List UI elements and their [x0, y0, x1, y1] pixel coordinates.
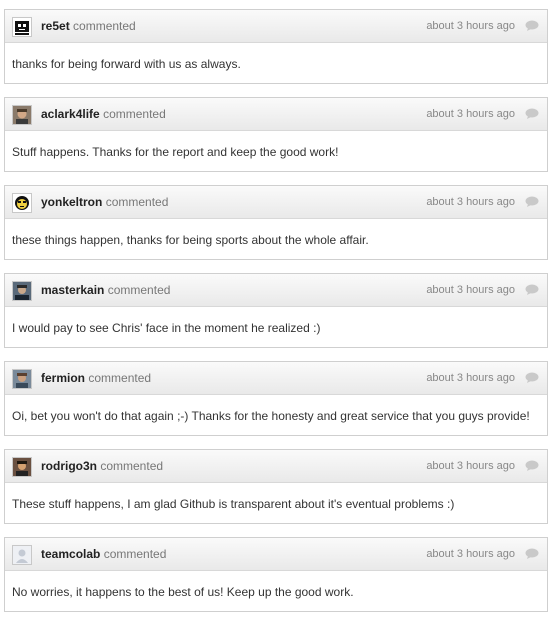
comment-item: rodrigo3n commented about 3 hours ago Th…	[4, 449, 548, 524]
action-text: commented	[100, 459, 164, 473]
comment-header: masterkain commented about 3 hours ago	[5, 274, 547, 307]
default-avatar-icon[interactable]	[12, 545, 32, 565]
comment-header: rodrigo3n commented about 3 hours ago	[5, 450, 547, 483]
comment-bubble-icon	[525, 284, 539, 295]
timestamp-link[interactable]: about 3 hours ago	[426, 283, 515, 297]
comment-bubble-icon	[525, 20, 539, 31]
comment-item: yonkeltron commented about 3 hours ago t…	[4, 185, 548, 260]
comment-body: I would pay to see Chris' face in the mo…	[12, 321, 321, 335]
user-photo-avatar-icon[interactable]	[12, 457, 32, 477]
timestamp-link[interactable]: about 3 hours ago	[426, 459, 515, 473]
comment-body: Oi, bet you won't do that again ;-) Than…	[12, 409, 530, 423]
comment-bubble-icon	[525, 548, 539, 559]
author-line: yonkeltron commented	[41, 195, 168, 209]
comment-body: Stuff happens. Thanks for the report and…	[12, 145, 339, 159]
author-link[interactable]: fermion	[41, 371, 85, 385]
author-link[interactable]: rodrigo3n	[41, 459, 97, 473]
comment-body: No worries, it happens to the best of us…	[12, 585, 354, 599]
author-link[interactable]: re5et	[41, 19, 70, 33]
author-link[interactable]: aclark4life	[41, 107, 100, 121]
action-text: commented	[103, 547, 167, 561]
comment-body: these things happen, thanks for being sp…	[12, 233, 369, 247]
comment-body: thanks for being forward with us as alwa…	[12, 57, 241, 71]
author-link[interactable]: teamcolab	[41, 547, 100, 561]
author-line: teamcolab commented	[41, 547, 166, 561]
comment-header: fermion commented about 3 hours ago	[5, 362, 547, 395]
face-avatar-icon[interactable]	[12, 193, 32, 213]
comment-body: These stuff happens, I am glad Github is…	[12, 497, 455, 511]
comment-item: fermion commented about 3 hours ago Oi, …	[4, 361, 548, 436]
author-line: rodrigo3n commented	[41, 459, 163, 473]
action-text: commented	[88, 371, 152, 385]
comment-bubble-icon	[525, 108, 539, 119]
action-text: commented	[105, 195, 169, 209]
comment-bubble-icon	[525, 196, 539, 207]
author-line: aclark4life commented	[41, 107, 166, 121]
comment-header: teamcolab commented about 3 hours ago	[5, 538, 547, 571]
author-link[interactable]: masterkain	[41, 283, 104, 297]
author-line: re5et commented	[41, 19, 136, 33]
robot-avatar-icon[interactable]	[12, 17, 32, 37]
comment-header: aclark4life commented about 3 hours ago	[5, 98, 547, 131]
action-text: commented	[103, 107, 166, 121]
timestamp-link[interactable]: about 3 hours ago	[426, 107, 515, 121]
user-photo-avatar-icon[interactable]	[12, 105, 32, 125]
author-line: masterkain commented	[41, 283, 170, 297]
author-line: fermion commented	[41, 371, 151, 385]
comment-item: re5et commented about 3 hours ago thanks…	[4, 9, 548, 84]
timestamp-link[interactable]: about 3 hours ago	[426, 371, 515, 385]
comment-item: masterkain commented about 3 hours ago I…	[4, 273, 548, 348]
comment-bubble-icon	[525, 372, 539, 383]
comment-header: yonkeltron commented about 3 hours ago	[5, 186, 547, 219]
comment-item: aclark4life commented about 3 hours ago …	[4, 97, 548, 172]
comment-bubble-icon	[525, 460, 539, 471]
user-photo-avatar-icon[interactable]	[12, 281, 32, 301]
user-photo-avatar-icon[interactable]	[12, 369, 32, 389]
author-link[interactable]: yonkeltron	[41, 195, 102, 209]
comment-header: re5et commented about 3 hours ago	[5, 10, 547, 43]
action-text: commented	[107, 283, 171, 297]
timestamp-link[interactable]: about 3 hours ago	[426, 547, 515, 561]
timestamp-link[interactable]: about 3 hours ago	[426, 19, 515, 33]
timestamp-link[interactable]: about 3 hours ago	[426, 195, 515, 209]
action-text: commented	[73, 19, 136, 33]
comment-item: teamcolab commented about 3 hours ago No…	[4, 537, 548, 612]
